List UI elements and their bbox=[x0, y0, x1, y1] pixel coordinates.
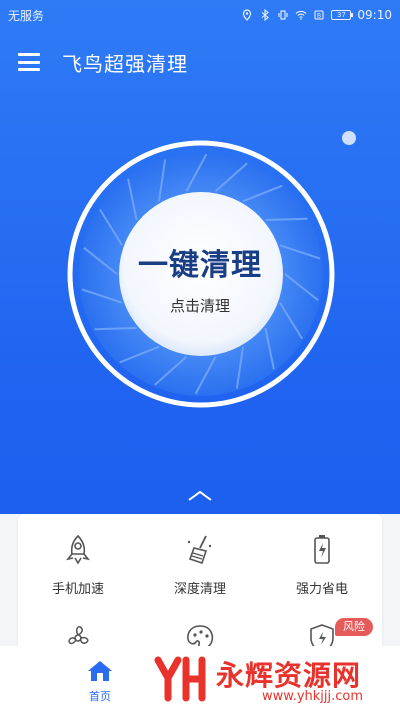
tool-label: 深度清理 bbox=[173, 582, 226, 597]
rocket-icon bbox=[66, 534, 90, 565]
one-click-clean-subtitle[interactable]: 点击清理 bbox=[0, 295, 400, 316]
tool-deep-clean[interactable]: 深度清理 bbox=[140, 532, 260, 597]
home-icon bbox=[88, 661, 112, 681]
battery-icon bbox=[314, 535, 330, 564]
tool-phone-boost[interactable]: 手机加速 bbox=[18, 532, 138, 597]
watermark-text: 永辉资源网 bbox=[216, 659, 362, 692]
dial-spoke bbox=[94, 326, 137, 331]
battery-level: 37 bbox=[336, 11, 346, 19]
app-bar: 飞鸟超强清理 bbox=[0, 42, 400, 82]
clock-text: 09:10 bbox=[357, 8, 392, 22]
wifi-icon bbox=[296, 10, 307, 20]
svg-text:B: B bbox=[317, 13, 321, 20]
tool-label: 手机加速 bbox=[51, 582, 104, 597]
hamburger-menu-icon[interactable] bbox=[18, 53, 40, 71]
nav-home[interactable]: 首页 bbox=[80, 660, 120, 704]
one-click-clean-title[interactable]: 一键清理 bbox=[0, 240, 400, 284]
location-icon bbox=[243, 9, 252, 21]
watermark-url: www.yhkjjj.com bbox=[262, 689, 364, 704]
broom-icon bbox=[187, 535, 212, 565]
chevron-up-icon[interactable] bbox=[186, 489, 214, 503]
battery-indicator: 37 bbox=[331, 10, 354, 20]
dial-spoke bbox=[265, 217, 308, 222]
decor-dot bbox=[342, 131, 356, 145]
risk-badge: 风险 bbox=[335, 618, 373, 636]
nav-home-label: 首页 bbox=[89, 690, 111, 703]
tool-power-save[interactable]: 强力省电 bbox=[262, 532, 382, 597]
carrier-text: 无服务 bbox=[8, 8, 45, 23]
app-title: 飞鸟超强清理 bbox=[62, 51, 188, 76]
bluetooth-icon bbox=[262, 9, 270, 21]
vibrate-icon bbox=[278, 10, 288, 20]
data-saver-icon: B bbox=[314, 10, 324, 20]
status-bar: 无服务 B 37 09:10 bbox=[0, 0, 400, 30]
tool-label: 强力省电 bbox=[295, 582, 348, 597]
